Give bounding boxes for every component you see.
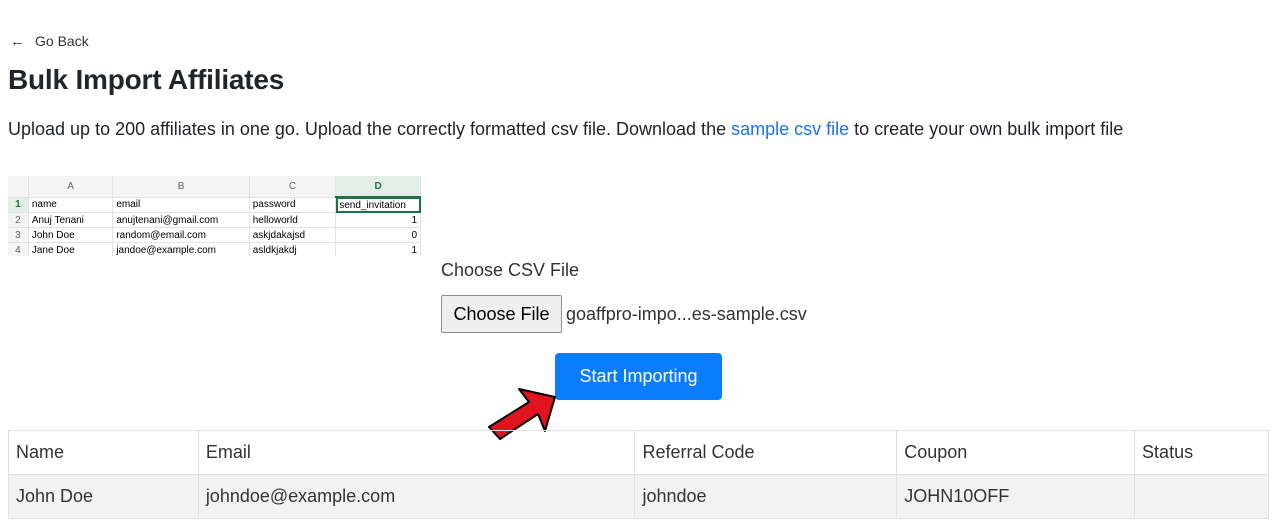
sheet-cell: 0 — [335, 227, 421, 243]
sheet-cell: Jane Doe — [28, 242, 114, 256]
sheet-cell: anujtenani@gmail.com — [112, 212, 250, 228]
choose-file-button[interactable]: Choose File — [441, 295, 562, 333]
table-header-row: Name Email Referral Code Coupon Status — [8, 430, 1269, 475]
choose-csv-label: Choose CSV File — [441, 260, 580, 280]
column-header-name: Name — [8, 430, 199, 475]
sheet-row: 3 John Doe random@email.com askjdakajsd … — [8, 227, 421, 243]
selected-file-name: goaffpro-impo...es-sample.csv — [566, 304, 807, 324]
affiliates-table: Name Email Referral Code Coupon Status J… — [8, 430, 1269, 519]
column-header-referral-code: Referral Code — [634, 430, 898, 475]
sheet-cell: name — [28, 197, 114, 213]
sheet-col-header: D — [335, 176, 421, 198]
start-importing-button[interactable]: Start Importing — [555, 353, 722, 400]
sheet-cell: email — [112, 197, 250, 213]
sheet-row-number: 1 — [8, 197, 29, 213]
column-header-status: Status — [1134, 430, 1269, 475]
sample-csv-link[interactable]: sample csv file — [731, 119, 849, 139]
sheet-row-number: 2 — [8, 212, 29, 228]
sheet-row: 2 Anuj Tenani anujtenani@gmail.com hello… — [8, 212, 421, 228]
sheet-column-headers: A B C D — [8, 176, 421, 198]
sheet-cell: helloworld — [249, 212, 337, 228]
sheet-cell: send_invitation — [335, 197, 421, 213]
sheet-corner — [8, 176, 29, 198]
sheet-cell: Anuj Tenani — [28, 212, 114, 228]
sample-spreadsheet-image: A B C D 1 name email password send_invit… — [8, 176, 421, 256]
go-back-link[interactable]: ← Go Back — [10, 33, 89, 49]
column-header-email: Email — [197, 430, 636, 475]
cell-name: John Doe — [8, 474, 199, 519]
sheet-cell: jandoe@example.com — [112, 242, 250, 256]
page-title: Bulk Import Affiliates — [8, 64, 285, 95]
sheet-cell: askjdakajsd — [249, 227, 337, 243]
sheet-row-number: 3 — [8, 227, 29, 243]
sheet-cell: 1 — [335, 212, 421, 228]
sheet-col-header: A — [28, 176, 114, 198]
description-text-end: to create your own bulk import file — [849, 119, 1124, 139]
sheet-cell: John Doe — [28, 227, 114, 243]
left-arrow-icon: ← — [10, 32, 25, 50]
sheet-row: 4 Jane Doe jandoe@example.com asldkjakdj… — [8, 242, 421, 256]
sheet-cell: asldkjakdj — [249, 242, 337, 256]
column-header-coupon: Coupon — [896, 430, 1136, 475]
sheet-cell: random@email.com — [112, 227, 250, 243]
description-text: Upload up to 200 affiliates in one go. U… — [8, 119, 732, 139]
sheet-row-number: 4 — [8, 242, 29, 256]
page-description: Upload up to 200 affiliates in one go. U… — [8, 119, 1123, 140]
sheet-row: 1 name email password send_invitation — [8, 197, 421, 213]
sheet-col-header: B — [112, 176, 250, 198]
sheet-cell: password — [249, 197, 337, 213]
sheet-col-header: C — [249, 176, 337, 198]
cell-referral-code: johndoe — [634, 474, 898, 519]
cell-status — [1134, 474, 1269, 519]
table-row: John Doe johndoe@example.com johndoe JOH… — [8, 474, 1269, 519]
go-back-label: Go Back — [35, 33, 89, 49]
cell-email: johndoe@example.com — [197, 474, 636, 519]
cell-coupon: JOHN10OFF — [896, 474, 1136, 519]
sheet-cell: 1 — [335, 242, 421, 256]
